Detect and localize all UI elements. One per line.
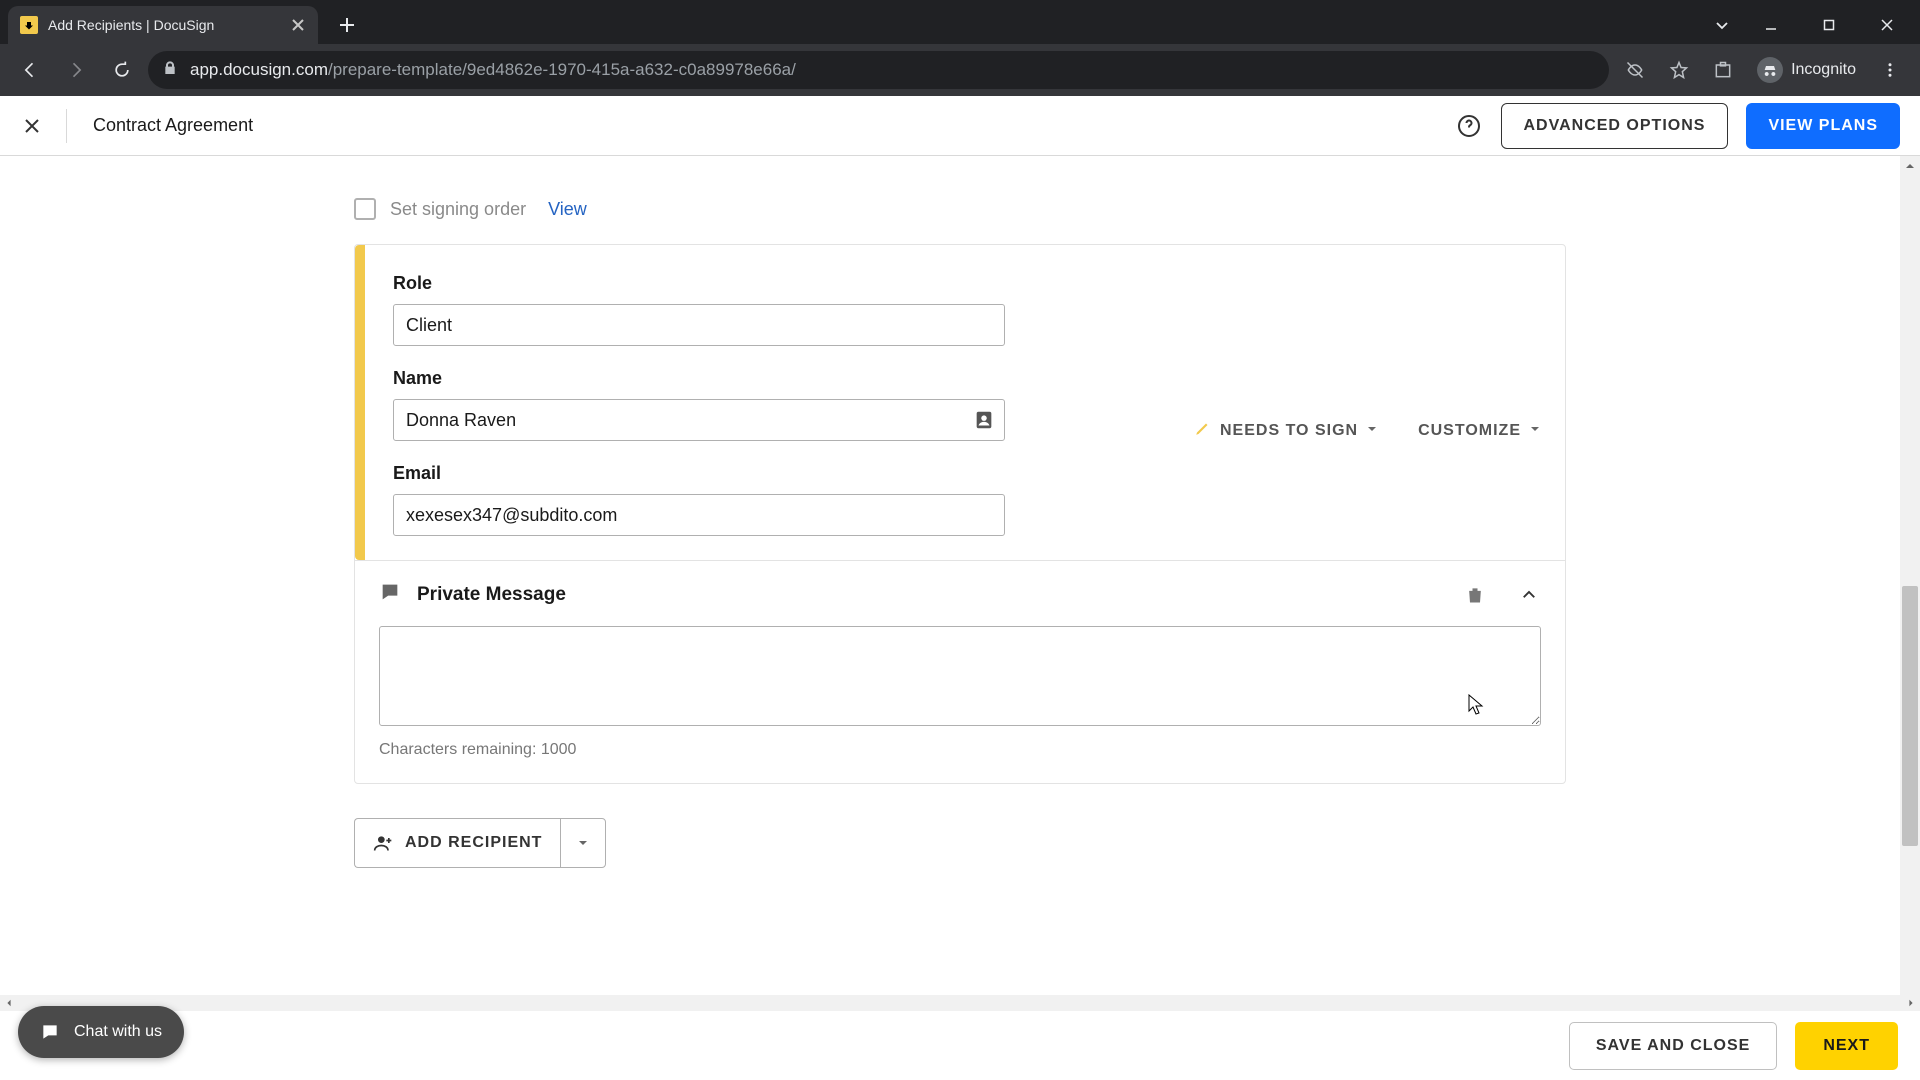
incognito-icon <box>1757 57 1783 83</box>
private-message-title: Private Message <box>417 584 566 606</box>
scroll-up-icon[interactable] <box>1900 156 1920 176</box>
private-message-section: Private Message Characters remaining: 10… <box>355 560 1565 783</box>
hscroll-right-icon[interactable] <box>1902 995 1920 1011</box>
name-label: Name <box>393 368 1005 389</box>
set-signing-order-checkbox[interactable] <box>354 198 376 220</box>
eye-off-icon[interactable] <box>1615 50 1655 90</box>
advanced-options-button[interactable]: ADVANCED OPTIONS <box>1501 103 1729 149</box>
help-icon[interactable] <box>1455 112 1483 140</box>
needs-to-sign-label: NEEDS TO SIGN <box>1220 422 1358 440</box>
nav-back-icon[interactable] <box>10 50 50 90</box>
horizontal-scrollbar[interactable] <box>0 995 1920 1011</box>
caret-down-icon <box>1529 422 1541 440</box>
collapse-icon[interactable] <box>1517 583 1541 607</box>
caret-down-icon <box>1366 422 1378 440</box>
email-input[interactable] <box>393 494 1005 536</box>
window-close-icon[interactable] <box>1858 6 1916 44</box>
incognito-label: Incognito <box>1791 61 1856 79</box>
window-maximize-icon[interactable] <box>1800 6 1858 44</box>
chat-label: Chat with us <box>74 1023 162 1041</box>
tab-close-icon[interactable] <box>290 17 306 33</box>
customize-dropdown[interactable]: CUSTOMIZE <box>1418 315 1541 546</box>
scroll-thumb[interactable] <box>1902 586 1918 846</box>
customize-label: CUSTOMIZE <box>1418 422 1521 440</box>
close-editor-icon[interactable] <box>20 114 44 138</box>
footer-bar: SAVE AND CLOSE NEXT <box>0 1010 1920 1080</box>
divider <box>66 109 67 143</box>
url-field[interactable]: app.docusign.com/prepare-template/9ed486… <box>148 51 1609 89</box>
tab-strip: Add Recipients | DocuSign <box>0 0 1920 44</box>
add-recipient-button[interactable]: ADD RECIPIENT <box>354 818 560 868</box>
browser-chrome: Add Recipients | DocuSign app.docusign.c… <box>0 0 1920 96</box>
delete-private-message-icon[interactable] <box>1463 583 1487 607</box>
name-input[interactable] <box>393 399 1005 441</box>
recipient-card: Role Name <box>354 244 1566 784</box>
add-recipient-options-dropdown[interactable] <box>560 818 606 868</box>
url-text: app.docusign.com/prepare-template/9ed486… <box>190 60 796 80</box>
add-recipient-row: ADD RECIPIENT <box>354 818 1566 868</box>
needs-to-sign-dropdown[interactable]: NEEDS TO SIGN <box>1194 315 1378 546</box>
save-and-close-button[interactable]: SAVE AND CLOSE <box>1569 1022 1777 1070</box>
vertical-scrollbar[interactable] <box>1900 156 1920 1010</box>
favicon-icon <box>20 16 38 34</box>
pen-icon <box>1194 419 1212 442</box>
private-message-textarea[interactable] <box>379 626 1541 726</box>
extensions-icon[interactable] <box>1703 50 1743 90</box>
chat-widget[interactable]: Chat with us <box>18 1006 184 1058</box>
recipient-color-bar <box>355 245 365 560</box>
browser-menu-icon[interactable] <box>1870 50 1910 90</box>
view-signing-order-link[interactable]: View <box>548 199 587 220</box>
lock-icon <box>162 60 178 81</box>
nav-forward-icon <box>56 50 96 90</box>
add-recipient-label: ADD RECIPIENT <box>405 834 542 852</box>
view-plans-button[interactable]: VIEW PLANS <box>1746 103 1900 149</box>
document-title: Contract Agreement <box>93 115 253 136</box>
next-button[interactable]: NEXT <box>1795 1022 1898 1070</box>
hscroll-left-icon[interactable] <box>0 995 18 1011</box>
profile-incognito[interactable]: Incognito <box>1747 57 1866 83</box>
browser-tab[interactable]: Add Recipients | DocuSign <box>8 6 318 44</box>
star-icon[interactable] <box>1659 50 1699 90</box>
new-tab-button[interactable] <box>332 10 362 40</box>
set-signing-order-label: Set signing order <box>390 199 526 220</box>
content-area: Set signing order View Role Name <box>0 156 1920 1010</box>
signing-order-row: Set signing order View <box>354 198 1566 220</box>
email-label: Email <box>393 463 1005 484</box>
tab-title: Add Recipients | DocuSign <box>48 17 280 33</box>
nav-reload-icon[interactable] <box>102 50 142 90</box>
chat-icon <box>40 1022 60 1042</box>
tab-search-icon[interactable] <box>1702 18 1742 32</box>
app-header: Contract Agreement ADVANCED OPTIONS VIEW… <box>0 96 1920 156</box>
address-bar: app.docusign.com/prepare-template/9ed486… <box>0 44 1920 96</box>
role-label: Role <box>393 273 1005 294</box>
window-minimize-icon[interactable] <box>1742 6 1800 44</box>
message-icon <box>379 581 401 608</box>
characters-remaining: Characters remaining: 1000 <box>379 741 1541 759</box>
role-input[interactable] <box>393 304 1005 346</box>
contacts-icon[interactable] <box>973 409 995 431</box>
